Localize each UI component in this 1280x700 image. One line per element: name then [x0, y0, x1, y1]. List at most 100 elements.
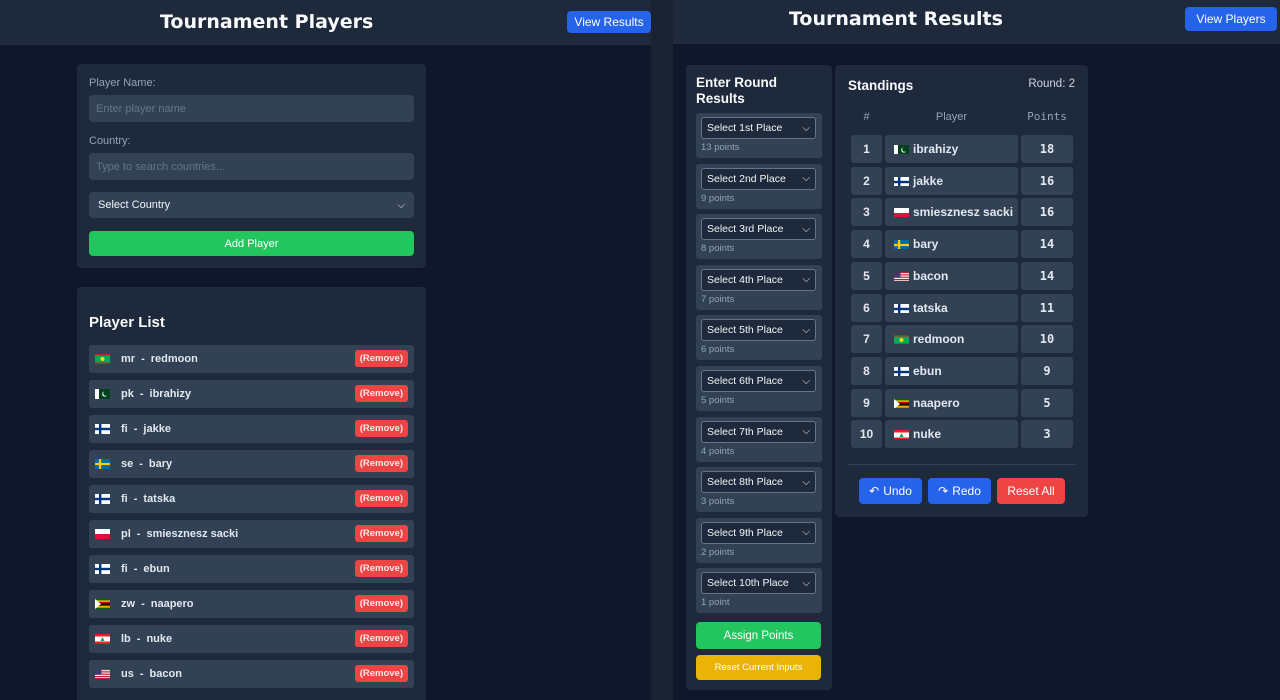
- standings-player: smiesznesz sacki: [885, 198, 1018, 227]
- player-list-title: Player List: [89, 314, 165, 331]
- place-entry: Select 5th Place ⌵ 6 points: [696, 315, 822, 361]
- standings-player-name: tatska: [913, 300, 948, 315]
- view-players-button[interactable]: View Players: [1185, 7, 1277, 31]
- standings-player: nuke: [885, 420, 1018, 449]
- standings-card: Standings Round: 2 # Player Points 1 ibra…: [835, 65, 1088, 517]
- us-flag-icon: [95, 669, 110, 679]
- player-country-code: mr: [121, 353, 136, 365]
- place-select-value: Select 4th Place: [707, 273, 783, 286]
- standings-player-name: ebun: [913, 363, 942, 378]
- redo-button[interactable]: ↷ Redo: [928, 478, 991, 504]
- standings-rank: 9: [851, 388, 882, 417]
- redo-label: Redo: [952, 484, 981, 498]
- zw-flag-icon: [894, 398, 909, 408]
- results-header: Tournament Results View Players: [673, 0, 1280, 44]
- redo-icon: ↷: [938, 484, 949, 498]
- standings-player-name: ibrahizy: [913, 142, 959, 156]
- remove-player-button[interactable]: (Remove): [354, 420, 408, 437]
- add-player-form: Player Name: Enter player name Country: …: [77, 64, 426, 268]
- place-select[interactable]: Select 10th Place ⌵: [701, 572, 816, 595]
- country-select[interactable]: Select Country ⌵: [89, 192, 414, 218]
- undo-button[interactable]: ↶ Undo: [859, 478, 922, 504]
- rank-column-header: #: [863, 111, 870, 123]
- undo-icon: ↶: [869, 484, 880, 498]
- separator: -: [133, 423, 138, 435]
- results-panel: Tournament Results View Players Enter Ro…: [673, 0, 1280, 700]
- country-search-input[interactable]: Type to search countries...: [89, 153, 414, 180]
- player-list-item: se - bary (Remove): [89, 450, 414, 478]
- standings-rank: 2: [851, 166, 882, 195]
- place-select[interactable]: Select 2nd Place ⌵: [701, 167, 816, 190]
- place-points: 13 points: [701, 142, 740, 153]
- add-player-button[interactable]: Add Player: [89, 231, 414, 256]
- player-country-code: pk: [121, 388, 134, 400]
- results-page-title: Tournament Results: [789, 8, 1003, 30]
- player-list-card: Player List mr - redmoon (Remove) pk - ibrahiz…: [77, 287, 426, 700]
- separator: -: [139, 668, 144, 680]
- player-list-item: lb - nuke (Remove): [89, 625, 414, 653]
- standings-rank: 4: [851, 230, 882, 259]
- player-list-item: us - bacon (Remove): [89, 660, 414, 688]
- undo-label: Undo: [883, 484, 912, 498]
- player-name: tatska: [143, 493, 176, 505]
- player-list-item: fi - ebun (Remove): [89, 555, 414, 583]
- remove-player-button[interactable]: (Remove): [354, 630, 408, 647]
- remove-player-button[interactable]: (Remove): [354, 525, 408, 542]
- standings-player: bacon: [885, 261, 1018, 290]
- chevron-down-icon: ⌵: [802, 324, 810, 336]
- standings-divider: [848, 464, 1075, 465]
- place-select-value: Select 9th Place: [707, 526, 783, 539]
- place-select[interactable]: Select 6th Place ⌵: [701, 370, 816, 392]
- place-select[interactable]: Select 7th Place ⌵: [701, 420, 816, 443]
- remove-player-button[interactable]: (Remove): [354, 350, 408, 367]
- country-label: Country:: [89, 135, 131, 147]
- standings-player: redmoon: [885, 325, 1018, 354]
- round-indicator: Round: 2: [1028, 78, 1075, 90]
- place-select[interactable]: Select 8th Place ⌵: [701, 471, 816, 494]
- standings-player: bary: [885, 230, 1018, 259]
- separator: -: [141, 598, 145, 610]
- chevron-down-icon: ⌵: [802, 577, 810, 589]
- fi-flag-icon: [894, 303, 909, 313]
- place-select[interactable]: Select 1st Place ⌵: [701, 117, 816, 139]
- standings-points: 5: [1021, 388, 1073, 417]
- mr-flag-icon: [95, 354, 110, 364]
- pane-divider: [651, 0, 673, 700]
- us-flag-icon: [894, 271, 909, 281]
- view-results-button[interactable]: View Results: [567, 11, 651, 33]
- reset-all-button[interactable]: Reset All: [997, 478, 1065, 504]
- player-list-item: fi - tatska (Remove): [89, 485, 414, 513]
- place-select[interactable]: Select 3rd Place ⌵: [701, 218, 816, 241]
- place-points: 6 points: [701, 344, 735, 356]
- chevron-down-icon: ⌵: [802, 173, 810, 185]
- place-select-value: Select 6th Place: [707, 375, 783, 387]
- remove-player-button[interactable]: (Remove): [354, 560, 408, 577]
- player-name: bacon: [149, 668, 182, 680]
- player-name: ebun: [143, 563, 170, 575]
- place-select-value: Select 7th Place: [707, 425, 783, 438]
- player-name-input[interactable]: Enter player name: [89, 95, 414, 122]
- separator: -: [136, 528, 141, 540]
- place-select[interactable]: Select 4th Place ⌵: [701, 268, 816, 291]
- place-select-value: Select 8th Place: [707, 476, 783, 489]
- remove-player-button[interactable]: (Remove): [354, 595, 408, 612]
- player-list-item: mr - redmoon (Remove): [89, 345, 414, 373]
- fi-flag-icon: [894, 366, 909, 376]
- place-points: 3 points: [701, 496, 735, 508]
- player-list-item: pk - ibrahizy (Remove): [89, 380, 414, 408]
- reset-current-inputs-button[interactable]: Reset Current Inputs: [696, 655, 821, 680]
- remove-player-button[interactable]: (Remove): [354, 490, 408, 507]
- place-select[interactable]: Select 5th Place ⌵: [701, 319, 816, 342]
- fi-flag-icon: [95, 424, 110, 434]
- fi-flag-icon: [894, 176, 909, 186]
- assign-points-button[interactable]: Assign Points: [696, 622, 821, 649]
- chevron-down-icon: ⌵: [802, 527, 810, 539]
- standings-rank: 1: [851, 135, 882, 163]
- players-header: Tournament Players View Results: [0, 0, 651, 45]
- remove-player-button[interactable]: (Remove): [354, 665, 408, 682]
- place-entry: Select 2nd Place ⌵ 9 points: [696, 163, 822, 209]
- remove-player-button[interactable]: (Remove): [354, 455, 408, 472]
- place-entry: Select 3rd Place ⌵ 8 points: [696, 214, 822, 260]
- place-select[interactable]: Select 9th Place ⌵: [701, 521, 816, 544]
- remove-player-button[interactable]: (Remove): [354, 385, 408, 402]
